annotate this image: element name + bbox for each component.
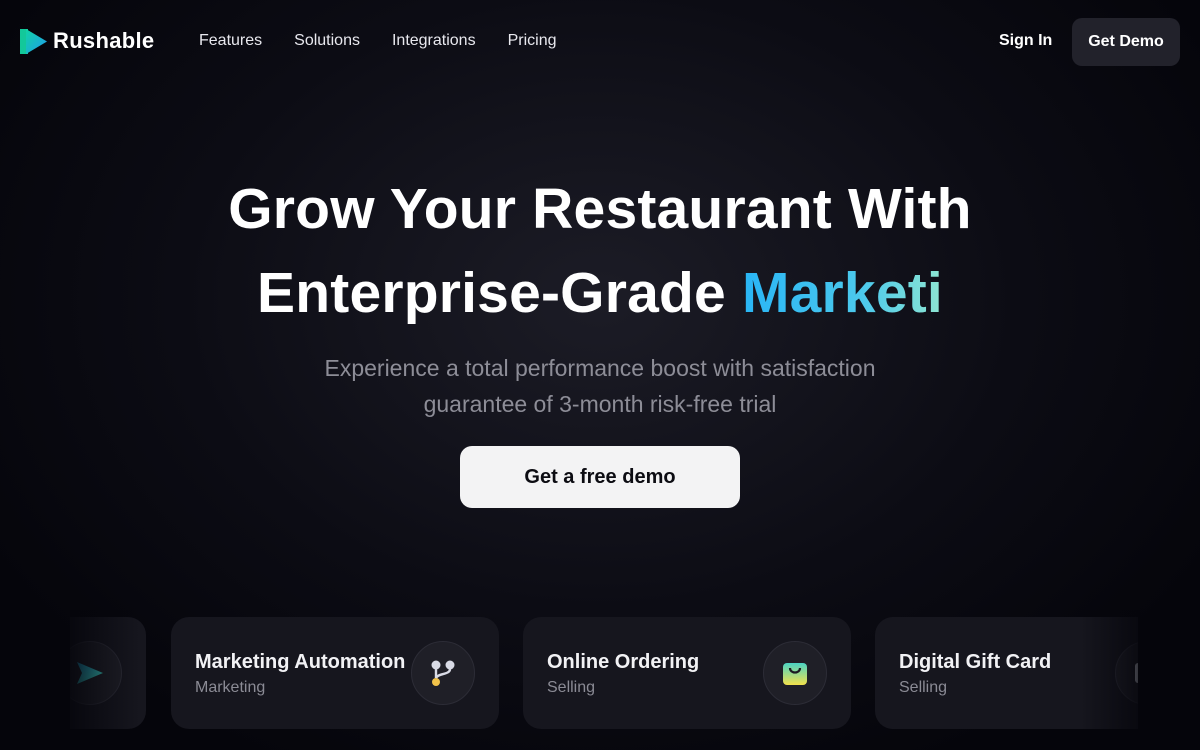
nav-link-pricing[interactable]: Pricing	[508, 32, 557, 50]
feature-cards-carousel: Marketing Automation Marketing Online Or…	[70, 617, 1138, 729]
top-navigation: Rushable Features Solutions Integrations…	[0, 0, 1200, 82]
branch-icon	[411, 641, 475, 705]
card-title: Digital Gift Card	[899, 651, 1052, 673]
hero-subtitle-line-2: guarantee of 3-month risk-free trial	[423, 391, 777, 417]
send-icon	[70, 641, 122, 705]
card-category: Marketing	[195, 679, 266, 696]
sign-in-link[interactable]: Sign In	[999, 32, 1052, 50]
nav-link-solutions[interactable]: Solutions	[294, 32, 360, 50]
hero-title-line-2: Enterprise-Grade Marketi	[0, 260, 1200, 326]
hero-subtitle-line-1: Experience a total performance boost wit…	[324, 355, 876, 381]
rushable-logo-icon	[20, 28, 47, 54]
card-category: Selling	[547, 679, 596, 696]
gift-card-icon	[1115, 641, 1138, 705]
nav-link-features[interactable]: Features	[199, 32, 262, 50]
brand-name: Rushable	[53, 28, 155, 53]
get-demo-button[interactable]: Get Demo	[1072, 18, 1180, 66]
brand-logo[interactable]: Rushable	[20, 28, 154, 54]
card-category: Selling	[899, 679, 948, 696]
nav-link-integrations[interactable]: Integrations	[392, 32, 476, 50]
hero-subtitle: Experience a total performance boost wit…	[300, 350, 900, 422]
card-title: Marketing Automation	[195, 651, 406, 673]
feature-card-digital-gift-card[interactable]: Digital Gift Card Selling	[875, 617, 1138, 729]
card-title: Online Ordering	[547, 651, 700, 673]
hero-title-prefix: Enterprise-Grade	[257, 261, 742, 325]
feature-card-partial-left[interactable]	[70, 617, 146, 729]
feature-card-online-ordering[interactable]: Online Ordering Selling	[523, 617, 851, 729]
shopping-bag-icon	[763, 641, 827, 705]
nav-links: Features Solutions Integrations Pricing	[199, 32, 556, 50]
feature-card-marketing-automation[interactable]: Marketing Automation Marketing	[171, 617, 499, 729]
hero-title-accent: Marketi	[741, 261, 943, 325]
get-free-demo-button[interactable]: Get a free demo	[460, 446, 740, 508]
hero-title-line-1: Grow Your Restaurant With	[228, 177, 972, 241]
